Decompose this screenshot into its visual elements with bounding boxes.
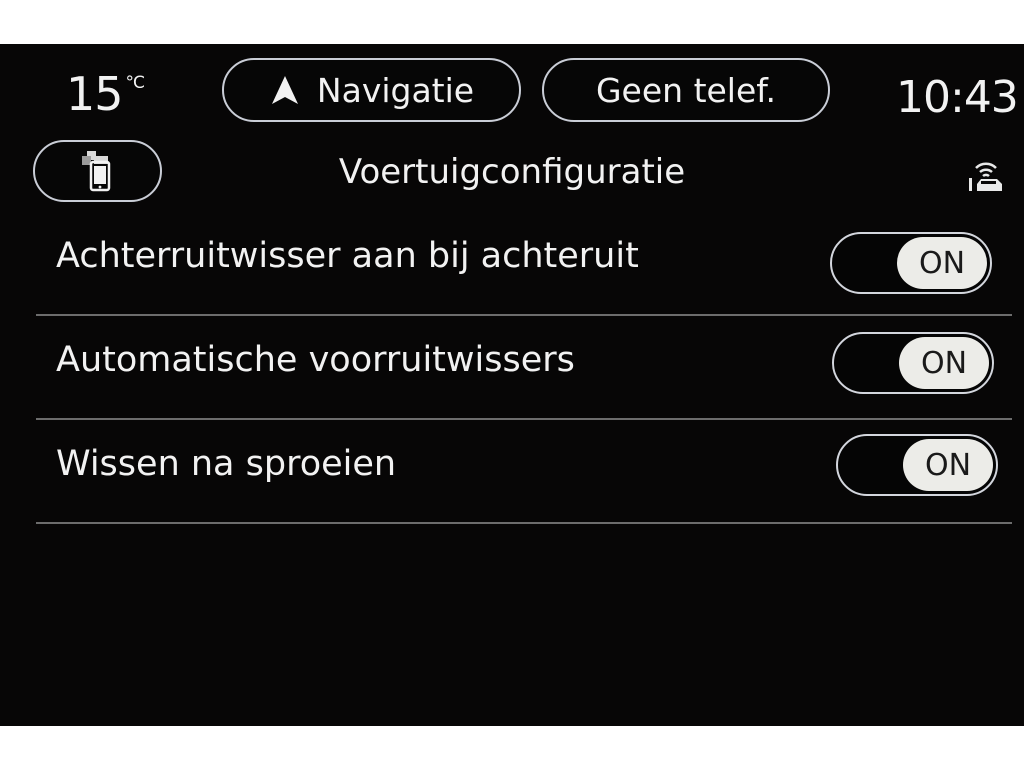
phone-label: Geen telef.	[595, 70, 776, 110]
clock: 10:43	[896, 72, 1019, 123]
setting-row-auto-wipers: Automatische voorruitwissers ON	[36, 316, 1012, 420]
setting-label: Automatische voorruitwissers	[56, 340, 575, 380]
outside-temperature: 15 °C	[66, 67, 145, 129]
setting-label: Wissen na sproeien	[56, 444, 397, 484]
navigation-label: Navigatie	[316, 70, 475, 110]
phone-button[interactable]: Geen telef.	[542, 58, 830, 122]
toggle-knob: ON	[897, 237, 987, 289]
navigation-arrow-icon	[271, 76, 298, 104]
vehicle-screen: 15 °C Navigatie Geen telef. 10:43 Voertui…	[0, 44, 1024, 726]
rear-wiper-toggle[interactable]: ON	[830, 232, 992, 294]
toggle-knob: ON	[903, 439, 993, 491]
wipe-after-spray-toggle[interactable]: ON	[836, 434, 998, 496]
temperature-unit: °C	[125, 73, 145, 93]
toggle-knob: ON	[899, 337, 989, 389]
navigation-button[interactable]: Navigatie	[222, 58, 521, 122]
connected-car-icon	[969, 162, 1002, 191]
setting-row-wipe-after-spray: Wissen na sproeien ON	[36, 420, 1012, 524]
setting-row-rear-wiper: Achterruitwisser aan bij achteruit ON	[36, 212, 1012, 316]
auto-wipers-toggle[interactable]: ON	[832, 332, 994, 394]
page-title: Voertuigconfiguratie	[338, 152, 686, 192]
temperature-value: 15	[66, 67, 124, 121]
setting-label: Achterruitwisser aan bij achteruit	[56, 236, 639, 276]
